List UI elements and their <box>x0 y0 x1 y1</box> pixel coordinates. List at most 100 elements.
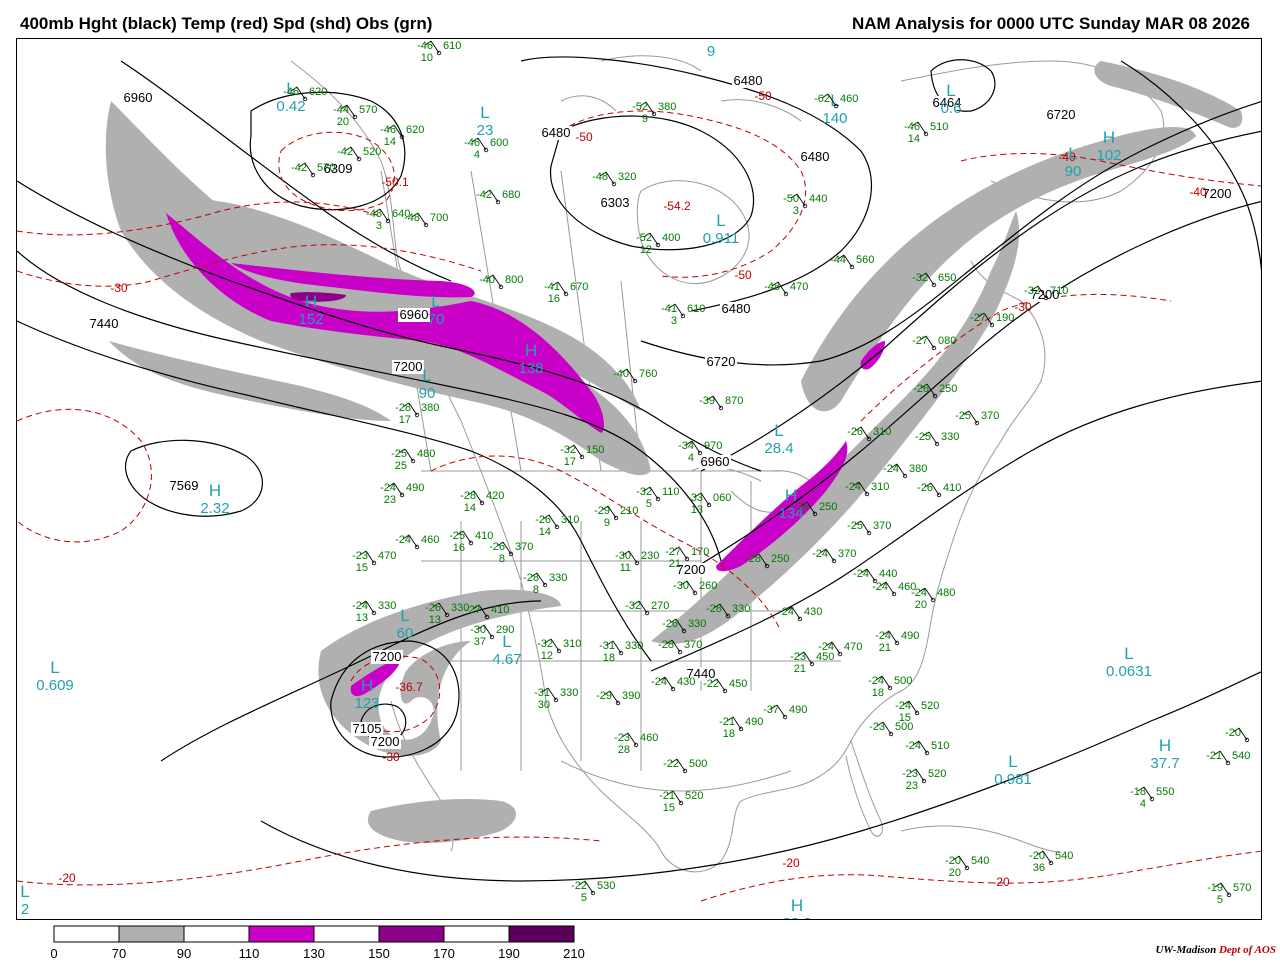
obs-temperature: -20 <box>1029 850 1045 862</box>
center-value: 60 <box>397 625 414 642</box>
obs-temperature: -48 <box>366 208 382 220</box>
obs-dewpoint-depression: 15 <box>356 562 368 574</box>
obs-height: 330 <box>941 431 959 443</box>
obs-dewpoint-depression: 23 <box>906 780 918 792</box>
legend-tick-label: 150 <box>368 946 390 960</box>
obs-dewpoint-depression: 13 <box>356 612 368 624</box>
obs-temperature: -24 <box>395 534 411 546</box>
obs-dewpoint-depression: 20 <box>915 599 927 611</box>
obs-dewpoint-depression: 14 <box>464 502 476 514</box>
obs-height: 150 <box>586 444 604 456</box>
center-letter: L <box>480 103 489 122</box>
station-plot: -25 370 <box>847 520 891 536</box>
obs-temperature: -28 <box>706 603 722 615</box>
legend-bin <box>378 925 445 943</box>
obs-temperature: -32 <box>537 638 553 650</box>
temperature-label: -50 <box>575 130 593 144</box>
station-plot: -23 460 28 <box>614 732 658 756</box>
legend-bin <box>313 925 380 943</box>
station-plot: -46 600 4 <box>464 137 508 161</box>
contour-label: 6720 <box>707 354 736 369</box>
obs-height: 330 <box>560 687 578 699</box>
obs-temperature: -24 <box>845 481 861 493</box>
contour-label: 6480 <box>722 301 751 316</box>
obs-height: 540 <box>1055 850 1073 862</box>
station-plot: -31 330 18 <box>599 640 643 664</box>
obs-height: 290 <box>496 624 514 636</box>
obs-temperature: -30 <box>615 550 631 562</box>
obs-height: 380 <box>421 402 439 414</box>
obs-height: 540 <box>971 855 989 867</box>
center-value: 140 <box>822 110 847 127</box>
wind-speed-legend: 0 70 90 110 130 150 170 190 210 <box>0 922 680 961</box>
obs-height: 500 <box>689 758 707 770</box>
obs-temperature: -40 <box>479 274 495 286</box>
obs-height: 510 <box>930 121 948 133</box>
obs-height: 490 <box>789 704 807 716</box>
obs-dewpoint-depression: 21 <box>794 663 806 675</box>
station-plot: -24 510 <box>905 740 949 756</box>
obs-temperature: -46 <box>904 121 920 133</box>
obs-temperature: -23 <box>869 721 885 733</box>
jet-core-gray-mexico <box>367 799 516 843</box>
obs-temperature: -42 <box>337 146 353 158</box>
obs-dewpoint-depression: 17 <box>399 414 411 426</box>
contour-label: 6480 <box>542 125 571 140</box>
center-letter: H <box>209 481 221 500</box>
map-canvas: 6960 7440 6480 6480 6480 6480 6720 6720 6960 6960… <box>17 39 1261 919</box>
obs-temperature: -19 <box>1207 882 1223 894</box>
obs-temperature: -30 <box>673 580 689 592</box>
obs-temperature: -31 <box>599 640 615 652</box>
obs-temperature: -24 <box>875 630 891 642</box>
contour-label: 7105 <box>353 721 382 736</box>
obs-dewpoint-depression: 17 <box>564 456 576 468</box>
obs-temperature: -24 <box>883 463 899 475</box>
legend-bin <box>183 925 250 943</box>
isotherm-west-loops <box>17 408 152 543</box>
center-letter: L <box>774 421 783 440</box>
obs-dewpoint-depression: 3 <box>671 315 677 327</box>
station-plot: -26 410 <box>917 482 961 498</box>
legend-tick-label: 130 <box>303 946 325 960</box>
obs-temperature: -29 <box>596 690 612 702</box>
obs-height: 390 <box>622 690 640 702</box>
obs-height: 270 <box>651 600 669 612</box>
obs-dewpoint-depression: 16 <box>548 293 560 305</box>
obs-temperature: -28 <box>523 572 539 584</box>
center-letter: H <box>1159 736 1171 755</box>
obs-height: 570 <box>1233 882 1251 894</box>
obs-temperature: -18 <box>1130 786 1146 798</box>
obs-height: 480 <box>417 448 435 460</box>
obs-temperature: -25 <box>955 410 971 422</box>
center-value: 138 <box>518 360 543 377</box>
obs-dewpoint-depression: 12 <box>640 244 652 256</box>
station-plot: -24 380 <box>883 463 927 479</box>
temperature-label: -30 <box>110 281 128 295</box>
obs-dewpoint-depression: 4 <box>688 452 694 464</box>
obs-temperature: -42 <box>291 162 307 174</box>
contour-label: 6960 <box>124 90 153 105</box>
obs-height: 700 <box>430 212 448 224</box>
center-value: 152 <box>298 311 323 328</box>
obs-height: 370 <box>981 410 999 422</box>
credit-label: UW-Madison Dept of AOS <box>1155 944 1276 956</box>
obs-temperature: -48 <box>764 281 780 293</box>
center-letter: H <box>791 896 803 915</box>
obs-dewpoint-depression: 14 <box>384 136 396 148</box>
obs-temperature: -21 <box>659 790 675 802</box>
contour-southern <box>260 671 1261 882</box>
station-plot: -33 060 13 <box>687 492 731 516</box>
center-value: 123 <box>354 695 379 712</box>
center-letter: L <box>50 658 59 677</box>
obs-height: 470 <box>790 281 808 293</box>
station-plot: -46 510 14 <box>904 121 948 145</box>
obs-dewpoint-depression: 5 <box>646 498 652 510</box>
station-plot: -42 680 <box>476 189 520 205</box>
obs-dewpoint-depression: 25 <box>395 460 407 472</box>
obs-height: 520 <box>928 768 946 780</box>
station-plot: -44 560 <box>830 254 874 270</box>
station-plot: -21 490 18 <box>719 716 763 740</box>
station-plot: -23 500 <box>869 721 913 737</box>
obs-height: 670 <box>570 281 588 293</box>
obs-dewpoint-depression: 36 <box>1033 862 1045 874</box>
